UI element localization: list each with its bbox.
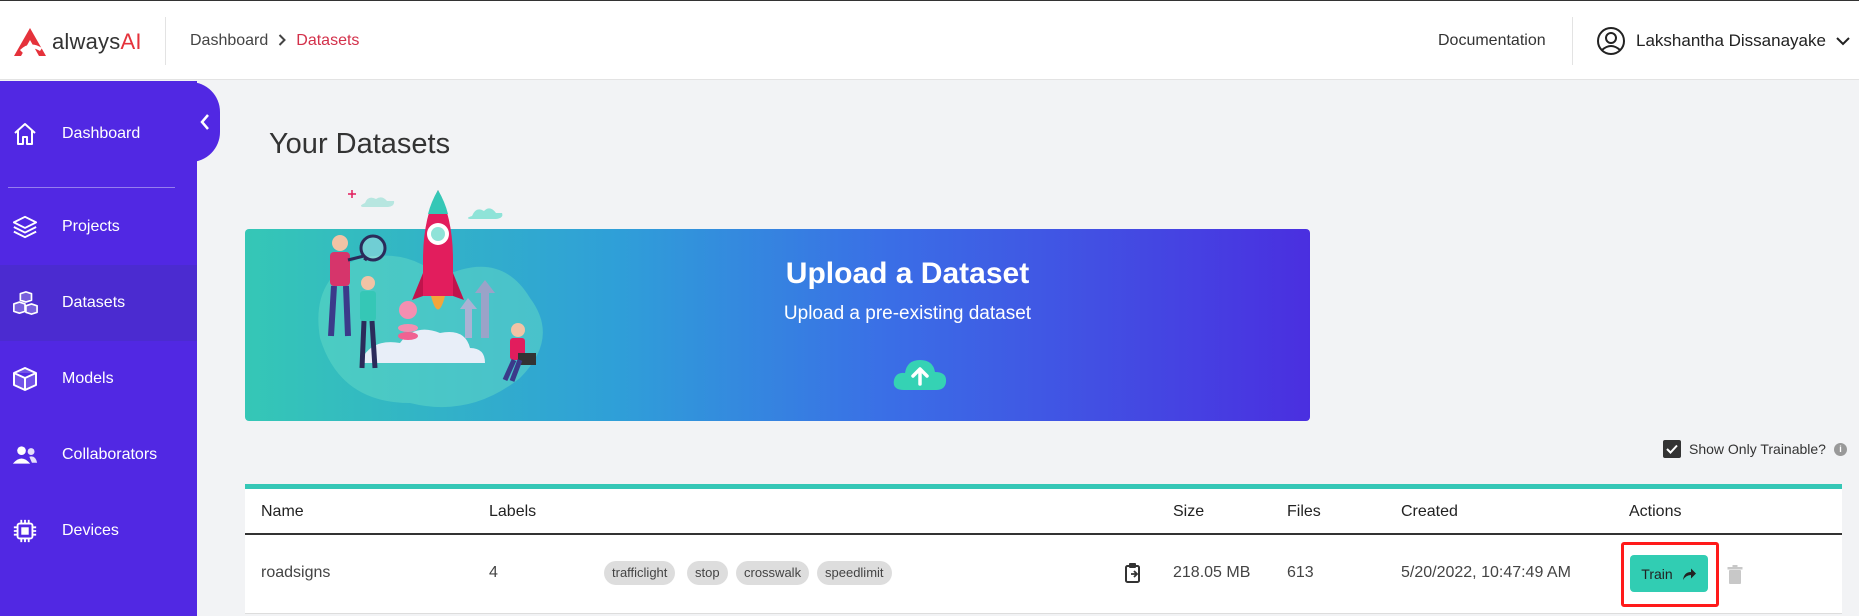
label-chip: crosswalk	[736, 561, 810, 585]
header-divider	[165, 17, 166, 65]
show-trainable-label: Show Only Trainable?	[1689, 441, 1826, 457]
breadcrumb-datasets[interactable]: Datasets	[296, 32, 359, 50]
column-header-name[interactable]: Name	[261, 503, 304, 521]
page-title: Your Datasets	[269, 128, 451, 160]
dataset-files: 613	[1287, 564, 1314, 581]
datasets-table: Name Labels Size Files Created Actions r…	[245, 484, 1842, 614]
trash-icon[interactable]	[1727, 565, 1743, 585]
dataset-name[interactable]: roadsigns	[261, 564, 330, 582]
table-row[interactable]: roadsigns 4 trafficlight stop crosswalk …	[245, 535, 1842, 614]
sidebar-item-devices[interactable]: Devices	[0, 493, 197, 569]
cubes-icon	[12, 290, 38, 316]
top-header: alwaysAI Dashboard Datasets Documentatio…	[0, 0, 1859, 80]
sidebar-item-models[interactable]: Models	[0, 341, 197, 417]
box-icon	[12, 366, 38, 392]
column-header-created[interactable]: Created	[1401, 503, 1458, 521]
sidebar-item-projects[interactable]: Projects	[0, 189, 197, 265]
sidebar-divider	[8, 187, 175, 188]
alwaysai-logo[interactable]: alwaysAI	[12, 25, 142, 59]
header-divider	[1572, 17, 1573, 65]
column-header-actions: Actions	[1629, 503, 1682, 520]
sidebar-item-label: Collaborators	[62, 446, 158, 463]
sidebar-item-label: Models	[62, 370, 114, 387]
train-button-label: Train	[1641, 565, 1673, 582]
column-header-files[interactable]: Files	[1287, 503, 1321, 521]
column-header-labels: Labels	[489, 503, 537, 520]
table-header: Name Labels Size Files Created Actions	[245, 489, 1842, 535]
logo-mark-icon	[14, 28, 46, 56]
sidebar-item-label: Projects	[62, 218, 120, 235]
chip-icon	[12, 518, 38, 544]
breadcrumb-dashboard[interactable]: Dashboard	[190, 32, 268, 50]
copy-icon[interactable]	[1123, 562, 1143, 584]
sidebar-item-label: Datasets	[62, 294, 126, 311]
logo-text: alwaysAI	[52, 29, 142, 54]
sidebar-item-dashboard[interactable]: Dashboard	[0, 96, 197, 172]
sidebar-item-label: Dashboard	[62, 125, 141, 142]
info-icon[interactable]: i	[1833, 442, 1847, 456]
documentation-link[interactable]: Documentation	[1438, 32, 1546, 50]
users-icon	[12, 442, 38, 468]
label-chip: trafficlight	[604, 561, 676, 585]
sidebar-item-collaborators[interactable]: Collaborators	[0, 417, 197, 493]
home-icon	[12, 121, 38, 147]
user-menu[interactable]: Lakshantha Dissanayake	[1596, 26, 1850, 56]
train-button[interactable]: Train	[1630, 555, 1708, 592]
show-trainable-checkbox[interactable]	[1663, 440, 1681, 458]
chevron-down-icon	[1836, 37, 1850, 46]
sidebar-item-datasets[interactable]: Datasets	[0, 265, 197, 341]
column-header-size[interactable]: Size	[1173, 503, 1204, 521]
show-trainable-filter[interactable]: Show Only Trainable? i	[1663, 440, 1847, 458]
share-arrow-icon	[1682, 568, 1696, 580]
layers-icon	[12, 214, 38, 240]
cloud-upload-icon[interactable]	[890, 354, 950, 394]
dataset-size: 218.05 MB	[1173, 564, 1251, 581]
user-avatar-icon	[1597, 27, 1625, 55]
dataset-created: 5/20/2022, 10:47:49 AM	[1401, 564, 1571, 581]
label-chip: speedlimit	[817, 561, 892, 585]
label-chip: stop	[687, 561, 728, 585]
chevron-right-icon	[278, 33, 287, 49]
upload-illustration	[318, 190, 543, 408]
breadcrumb: Dashboard Datasets	[190, 32, 359, 50]
user-name: Lakshantha Dissanayake	[1636, 31, 1826, 50]
sidebar-item-label: Devices	[62, 522, 119, 539]
chevron-left-icon	[200, 114, 209, 130]
label-count: 4	[489, 564, 498, 581]
